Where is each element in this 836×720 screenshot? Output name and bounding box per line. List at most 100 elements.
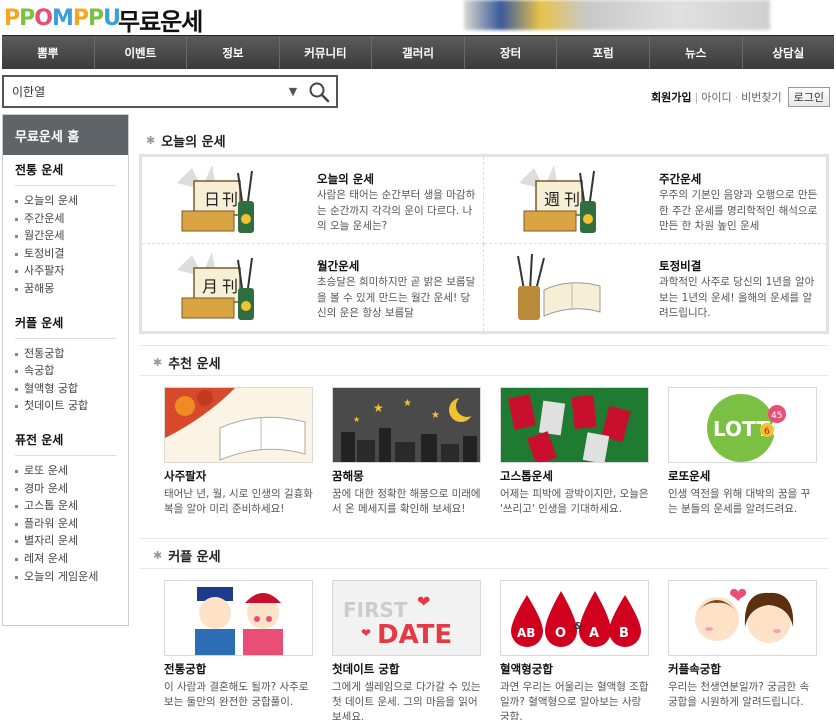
nav-item-counsel[interactable]: 상담실 [743, 36, 835, 69]
card-description: 어제는 피박에 광박이지만, 오늘은 '쓰리고' 인생을 기대하세요. [500, 488, 649, 515]
card-name[interactable]: 고스톱운세 [500, 468, 650, 484]
svg-text:★: ★ [353, 415, 360, 424]
card-thumbnail[interactable]: AB O & A B [500, 580, 649, 656]
recommend-card-gostop[interactable]: 고스톱운세 어제는 피박에 광박이지만, 오늘은 '쓰리고' 인생을 기대하세요… [500, 387, 650, 517]
search-input[interactable] [4, 77, 284, 106]
sidebar-item[interactable]: 오늘의 운세 [15, 192, 116, 210]
card-thumbnail[interactable]: ★ ★ ★ ★ [332, 387, 481, 463]
sidebar-item[interactable]: 주간운세 [15, 210, 116, 228]
find-password-link[interactable]: 비번찾기 [741, 89, 781, 105]
card-name[interactable]: 로또운세 [668, 468, 818, 484]
today-item-daily[interactable]: 日 刊 오늘의 운세 사람은 태어는 순간부터 생을 마감하는 순간까지 각각의… [142, 157, 484, 244]
card-name[interactable]: 첫데이트 궁합 [332, 661, 482, 677]
nav-item-info[interactable]: 정보 [187, 36, 280, 69]
sidebar-item[interactable]: 별자리 운세 [15, 532, 116, 550]
nav-item-ppomppu[interactable]: 뽐뿌 [2, 36, 95, 69]
svg-text:刊: 刊 [222, 190, 238, 209]
card-name[interactable]: 전통궁합 [164, 661, 314, 677]
search-dropdown-icon[interactable]: ▼ [284, 85, 302, 98]
couple-card-traditional[interactable]: 전통궁합 이 사람과 결혼해도 될까? 사주로 보는 둘만의 완전한 궁합풀이. [164, 580, 314, 710]
item-name[interactable]: 월간운세 [317, 258, 359, 274]
svg-text:O: O [555, 626, 566, 641]
card-name[interactable]: 혈액형궁합 [500, 661, 650, 677]
svg-text:AB: AB [517, 626, 535, 640]
user-links: 회원가입 | 아이디 · 비번찾기 로그인 [651, 87, 830, 107]
svg-text:★: ★ [403, 398, 412, 409]
find-id-link[interactable]: 아이디 [701, 89, 731, 105]
svg-text:FIRST: FIRST [343, 598, 408, 622]
sidebar-item[interactable]: 혈액형 궁합 [15, 380, 116, 398]
sidebar-item[interactable]: 오늘의 게임운세 [15, 568, 116, 586]
login-button[interactable]: 로그인 [787, 87, 830, 107]
weekly-fortune-illustration: 週 刊 [519, 165, 596, 233]
site-title[interactable]: 무료운세 [118, 2, 203, 37]
sidebar-item[interactable]: 월간운세 [15, 227, 116, 245]
divider [139, 538, 829, 539]
couple-card-firstdate[interactable]: FIRST DATE ❤ ❤ 첫데이트 궁합 그에게 셀레임으로 다가갈 수 있… [332, 580, 482, 720]
monthly-fortune-illustration: 月 刊 [177, 252, 254, 320]
today-item-tojeong[interactable]: 토정비결 과학적인 사주로 당신의 1년을 알아보는 1년의 운세! 올해의 운… [484, 244, 826, 331]
nav-item-market[interactable]: 장터 [465, 36, 558, 69]
item-description: 사람은 태어는 순간부터 생을 마감하는 순간까지 각각의 운이 다르다. 나의… [317, 189, 476, 232]
svg-text:&: & [574, 621, 583, 632]
nav-item-gallery[interactable]: 갤러리 [372, 36, 465, 69]
divider [139, 568, 829, 569]
logo-text: PPOMPPU [4, 5, 121, 31]
card-thumbnail[interactable]: ❤ [668, 580, 817, 656]
search-icon [309, 82, 330, 102]
sidebar-item[interactable]: 토정비결 [15, 245, 116, 263]
sidebar-item[interactable]: 속궁합 [15, 362, 116, 380]
svg-text:6: 6 [764, 427, 770, 437]
sidebar-item[interactable]: 사주팔자 [15, 262, 116, 280]
nav-item-community[interactable]: 커뮤니티 [280, 36, 373, 69]
section-title-recommend: ✱ 추천 운세 [153, 356, 221, 372]
divider: · [734, 90, 739, 104]
nav-item-forum[interactable]: 포럼 [557, 36, 650, 69]
today-item-monthly[interactable]: 月 刊 월간운세 초승달은 희미하지만 곧 밝은 보름달을 볼 수 있게 만드는… [142, 244, 484, 331]
item-name[interactable]: 오늘의 운세 [317, 171, 374, 187]
card-name[interactable]: 꿈해몽 [332, 468, 482, 484]
sidebar-item[interactable]: 꿈해몽 [15, 280, 116, 298]
svg-text:週: 週 [544, 190, 560, 209]
recommend-card-saju[interactable]: 사주팔자 태어난 년, 월, 시로 인생의 길흉화복을 알아 미리 준비하세요! [164, 387, 314, 517]
card-thumbnail[interactable] [164, 580, 313, 656]
sidebar-group-couple: 커플 운세 전통궁합 속궁합 혈액형 궁합 첫데이트 궁합 [3, 308, 128, 415]
sidebar-item[interactable]: 첫데이트 궁합 [15, 397, 116, 415]
sidebar-item[interactable]: 전통궁합 [15, 345, 116, 363]
search-button[interactable] [302, 77, 336, 106]
card-thumbnail[interactable] [164, 387, 313, 463]
signup-link[interactable]: 회원가입 [651, 89, 691, 105]
site-logo[interactable]: PPOMPPU [4, 4, 121, 32]
recommend-card-dream[interactable]: ★ ★ ★ ★ 꿈해몽 꿈에 대한 정확한 해몽으로 미래에서 온 메세지를 확인해… [332, 387, 482, 517]
tojeong-illustration [517, 253, 601, 320]
section-title-couple: ✱ 커플 운세 [153, 549, 221, 565]
svg-text:❤: ❤ [361, 626, 371, 640]
item-name[interactable]: 주간운세 [659, 171, 701, 187]
card-name[interactable]: 커플속궁합 [668, 661, 818, 677]
today-item-weekly[interactable]: 週 刊 주간운세 우주의 기본인 음양과 오행으로 만든 한 주간 운세를 명리… [484, 157, 826, 244]
card-description: 이 사람과 결혼해도 될까? 사주로 보는 둘만의 완전한 궁합풀이. [164, 681, 309, 708]
svg-text:B: B [619, 626, 629, 641]
card-thumbnail[interactable]: FIRST DATE ❤ ❤ [332, 580, 481, 656]
recommend-card-lotto[interactable]: LOTTO 45 6 로또운세 인생 역전을 위해 대박의 꿈을 꾸는 분들의 … [668, 387, 818, 517]
item-description: 우주의 기본인 음양과 오행으로 만든 한 주간 운세를 명리학적인 해석으로 … [659, 189, 818, 232]
nav-item-event[interactable]: 이벤트 [95, 36, 188, 69]
ad-banner[interactable] [464, 0, 770, 30]
sidebar-item[interactable]: 로또 운세 [15, 462, 116, 480]
star-icon: ✱ [146, 134, 156, 147]
sidebar-item[interactable]: 플라워 운세 [15, 515, 116, 533]
sidebar-home-link[interactable]: 무료운세 홈 [3, 115, 128, 155]
sidebar-item[interactable]: 레져 운세 [15, 550, 116, 568]
couple-card-bloodtype[interactable]: AB O & A B 혈액형궁합 과연 우리는 어울리는 혈액형 조합일까? 혈… [500, 580, 650, 720]
couple-card-intimacy[interactable]: ❤ 커플속궁합 우리는 천생연분일까? 궁금한 속궁합을 시원하게 알려드립니다… [668, 580, 818, 710]
card-description: 우리는 천생연분일까? 궁금한 속궁합을 시원하게 알려드립니다. [668, 681, 810, 708]
nav-item-news[interactable]: 뉴스 [650, 36, 743, 69]
sidebar-group-title: 퓨전 운세 [15, 425, 116, 456]
sidebar-item[interactable]: 고스톱 운세 [15, 497, 116, 515]
sidebar-item[interactable]: 경마 운세 [15, 480, 116, 498]
item-name[interactable]: 토정비결 [659, 258, 701, 274]
card-thumbnail[interactable]: LOTTO 45 6 [668, 387, 817, 463]
card-name[interactable]: 사주팔자 [164, 468, 314, 484]
section-title-today: ✱ 오늘의 운세 [146, 134, 226, 150]
card-thumbnail[interactable] [500, 387, 649, 463]
